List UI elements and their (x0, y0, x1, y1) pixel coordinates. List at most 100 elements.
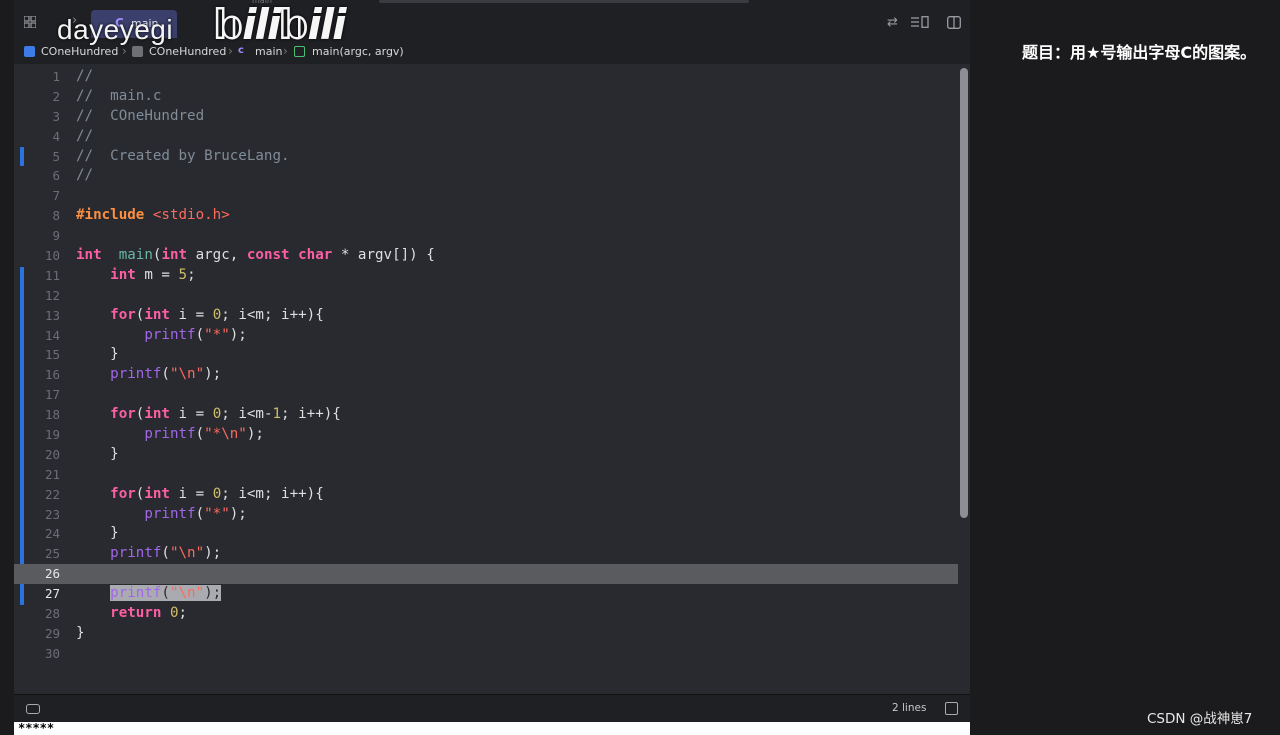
line-number: 12 (44, 287, 60, 303)
panel-toggle-icon[interactable] (945, 702, 958, 715)
code-token: ( (195, 326, 205, 343)
line-number: 29 (44, 625, 60, 641)
code-token: #include (76, 207, 153, 224)
breadcrumb-item-project[interactable]: COneHundred (41, 45, 118, 58)
code-token: printf (110, 585, 162, 602)
bilibili-logo: 𝕓ili𝕓ili (214, 0, 347, 49)
xcode-window: › main C main ⇄ COneHundred › COneHundre… (14, 0, 970, 735)
add-editor-icon[interactable] (947, 16, 961, 29)
code-line[interactable]: 29} (14, 624, 958, 644)
code-token: ); (229, 505, 247, 522)
code-text: printf("*"); (76, 326, 247, 346)
code-token: ( (161, 366, 170, 383)
code-line[interactable]: 15 } (14, 345, 958, 365)
line-number: 8 (52, 208, 60, 224)
code-line[interactable]: 14 printf("*"); (14, 326, 958, 346)
swap-arrows-icon[interactable]: ⇄ (887, 15, 898, 30)
code-token: ); (229, 326, 247, 343)
code-line[interactable]: 18 for(int i = 0; i<m-1; i++){ (14, 405, 958, 425)
scrollbar-thumb[interactable] (960, 68, 968, 518)
code-token: ); (246, 426, 264, 443)
code-line[interactable]: 30 (14, 644, 958, 664)
code-line[interactable]: 9 (14, 226, 958, 246)
line-number: 13 (44, 307, 60, 323)
code-editor[interactable]: 1 // 2 // main.c 3 // COneHundred 4 // 5 // Creat… (14, 64, 958, 694)
code-token: "*\n" (204, 426, 247, 443)
code-token: 0 (169, 605, 179, 622)
code-line[interactable]: 11 int m = 5; (14, 266, 958, 286)
code-token: for (110, 485, 136, 502)
code-line[interactable]: 17 (14, 385, 958, 405)
code-text: for(int i = 0; i<m; i++){ (76, 306, 324, 326)
line-number: 2 (52, 88, 60, 104)
line-number: 1 (52, 69, 60, 84)
code-token: ; (178, 605, 188, 622)
code-line[interactable]: 7 (14, 186, 958, 206)
line-number: 17 (44, 387, 60, 403)
code-token: ( (161, 545, 170, 562)
code-line[interactable]: 13 for(int i = 0; i<m; i++){ (14, 306, 958, 326)
code-line[interactable]: 25 printf("\n"); (14, 544, 958, 564)
code-text: } (76, 524, 119, 544)
code-token: "*" (204, 505, 230, 522)
code-line[interactable]: 26 (14, 564, 958, 585)
code-token: 0 (212, 406, 222, 423)
code-line[interactable]: 1 // (14, 67, 958, 87)
console-toggle-icon[interactable] (26, 704, 40, 714)
code-text: // (76, 166, 93, 186)
code-line[interactable]: 4 // (14, 127, 958, 147)
line-number: 25 (44, 546, 60, 562)
title-bar-handle (379, 0, 749, 3)
code-token: 0 (212, 306, 222, 323)
code-text: // COneHundred (76, 107, 204, 127)
code-token: 5 (178, 266, 188, 283)
line-number: 15 (44, 347, 60, 363)
code-line[interactable]: 12 (14, 286, 958, 306)
code-token: // (76, 127, 94, 144)
code-token: } (76, 346, 119, 363)
editor-options-icon[interactable] (911, 16, 929, 28)
folder-icon (132, 46, 143, 57)
code-token: main (118, 247, 153, 264)
code-line[interactable]: 5 // Created by BruceLang. (14, 147, 958, 167)
code-text: } (76, 345, 119, 365)
code-line[interactable]: 8 #include <stdio.h> (14, 206, 958, 226)
code-line[interactable]: 23 printf("*"); (14, 505, 958, 525)
code-token: ; (187, 266, 196, 283)
question-title: 题目：用★号输出字母C的图案。 (1022, 43, 1257, 62)
code-line[interactable]: 28 return 0; (14, 604, 958, 624)
code-text: } (76, 445, 119, 465)
code-token: // (76, 167, 94, 184)
code-line[interactable]: 10 int main(int argc, const char * argv[]… (14, 246, 958, 266)
code-line[interactable]: 27 printf("\n"); (14, 584, 958, 604)
code-line[interactable]: 16 printf("\n"); (14, 365, 958, 385)
line-number: 24 (44, 526, 60, 542)
code-line[interactable]: 3 // COneHundred (14, 107, 958, 127)
code-line[interactable]: 24 } (14, 524, 958, 544)
code-line[interactable]: 20 } (14, 445, 958, 465)
code-line[interactable]: 21 (14, 465, 958, 485)
code-token: ( (195, 426, 205, 443)
code-token: // (76, 68, 94, 84)
grid-icon[interactable] (24, 16, 36, 28)
code-line[interactable]: 19 printf("*\n"); (14, 425, 958, 445)
line-number: 20 (44, 446, 60, 462)
code-text: printf("\n"); (76, 544, 221, 564)
code-token: int (144, 406, 170, 423)
code-line[interactable]: 6 // (14, 166, 958, 186)
code-token: argc, (187, 247, 247, 264)
code-token: <stdio.h> (152, 207, 230, 224)
line-number: 30 (44, 645, 60, 661)
code-line[interactable]: 2 // main.c (14, 87, 958, 107)
watermark-username: dayeyegi (57, 14, 174, 45)
vertical-scrollbar[interactable] (958, 64, 970, 694)
code-line[interactable]: 22 for(int i = 0; i<m; i++){ (14, 485, 958, 505)
debug-bar: 2 lines (14, 694, 970, 723)
